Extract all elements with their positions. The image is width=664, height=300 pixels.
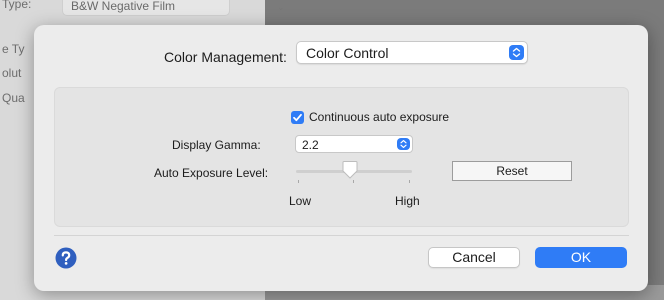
chevron-updown-icon [397, 138, 410, 150]
help-icon[interactable] [55, 247, 77, 269]
cancel-button[interactable]: Cancel [428, 247, 520, 268]
display-gamma-label: Display Gamma: [172, 138, 261, 152]
slider-tick [353, 180, 354, 183]
display-gamma-popup[interactable]: 2.2 [295, 135, 413, 153]
divider [54, 235, 629, 236]
slider-low-label: Low [289, 194, 312, 208]
bg-type-label: Type: [2, 0, 32, 11]
continuous-auto-exposure-checkbox[interactable] [291, 111, 304, 124]
bg-type-popup: B&W Negative Film ⌄ [62, 0, 285, 16]
reset-button[interactable]: Reset [452, 161, 572, 181]
bg-label-3: Qua [2, 91, 25, 105]
checkmark-icon [293, 113, 302, 122]
bg-chevron-down-icon: ⌄ [277, 2, 285, 12]
ok-button[interactable]: OK [535, 247, 627, 268]
color-management-value: Color Control [306, 45, 389, 61]
color-management-sheet: Color Management: Color Control Continuo… [34, 25, 648, 291]
color-management-label: Color Management: [164, 49, 287, 65]
slider-thumb[interactable] [342, 160, 358, 180]
display-gamma-value: 2.2 [302, 138, 319, 152]
bg-type-value: B&W Negative Film [71, 0, 176, 13]
color-management-popup[interactable]: Color Control [296, 41, 528, 64]
auto-exposure-level-label: Auto Exposure Level: [154, 166, 269, 180]
continuous-auto-exposure-label: Continuous auto exposure [309, 110, 450, 124]
exposure-settings-group: Continuous auto exposure Display Gamma: … [54, 87, 629, 227]
bg-label-2: olut [2, 66, 22, 80]
slider-high-label: High [395, 194, 420, 208]
auto-exposure-level-slider[interactable] [296, 158, 412, 186]
slider-tick [409, 180, 410, 183]
bg-label-1: e Ty [2, 42, 25, 56]
chevron-updown-icon [509, 45, 524, 60]
slider-tick [298, 180, 299, 183]
